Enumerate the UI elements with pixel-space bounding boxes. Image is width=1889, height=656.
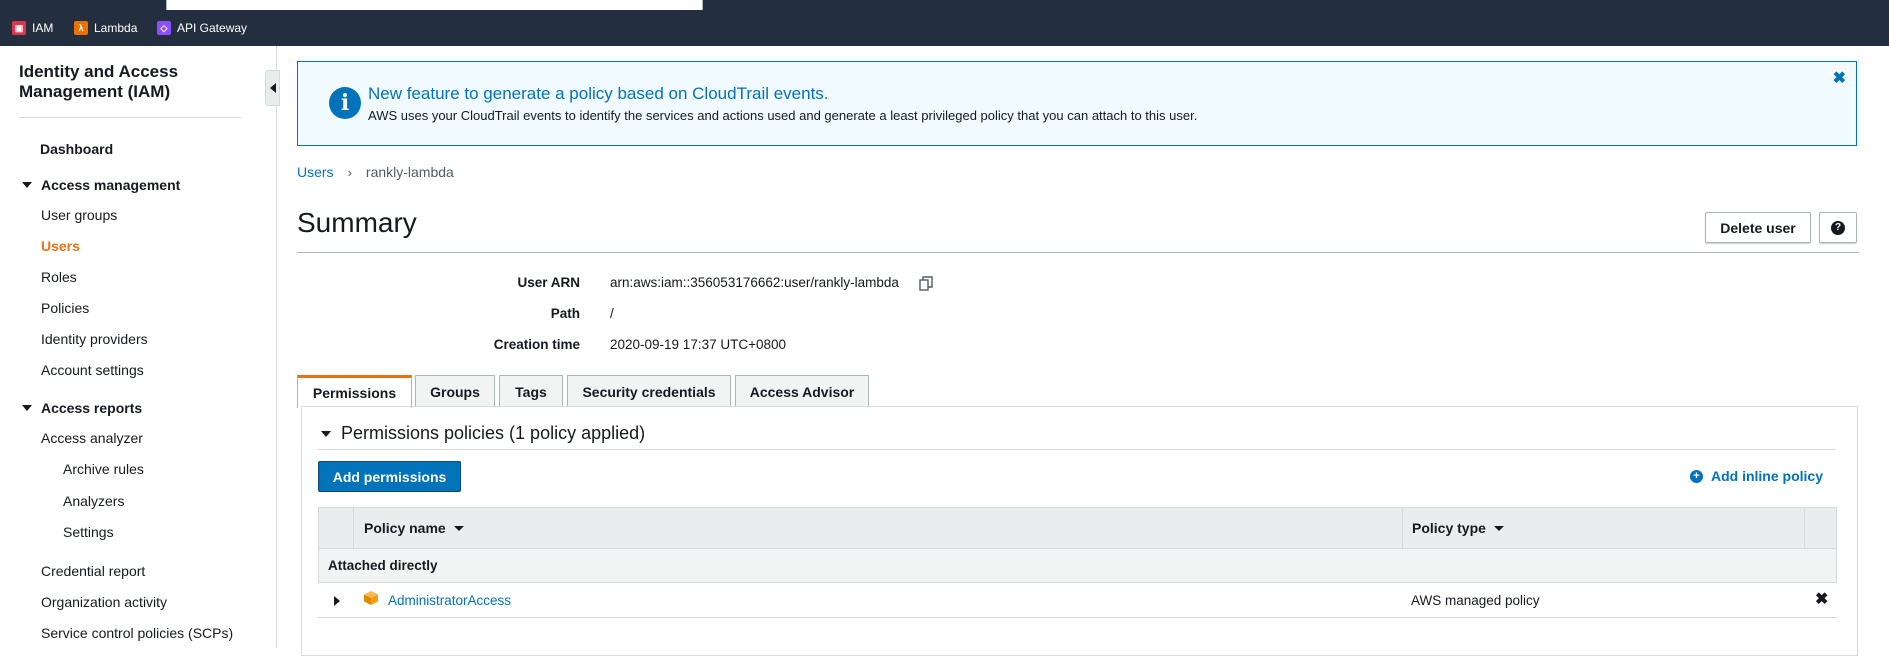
- section-label: Access reports: [41, 400, 143, 416]
- close-icon[interactable]: ✖: [1833, 68, 1846, 88]
- help-button[interactable]: ?: [1819, 212, 1857, 243]
- sidebar-item-analyzers[interactable]: Analyzers: [63, 493, 124, 509]
- user-arn-value: arn:aws:iam::356053176662:user/rankly-la…: [610, 275, 899, 290]
- tab-access-advisor[interactable]: Access Advisor: [735, 375, 869, 407]
- breadcrumb-users-link[interactable]: Users: [297, 164, 334, 180]
- sidebar-item-credential-report[interactable]: Credential report: [41, 563, 145, 579]
- breadcrumb-separator: ›: [347, 164, 352, 180]
- copy-icon[interactable]: [919, 276, 933, 292]
- banner-title[interactable]: New feature to generate a policy based o…: [368, 84, 829, 104]
- column-label: Policy type: [1412, 520, 1486, 536]
- section-label: Access management: [41, 177, 181, 193]
- sort-caret-icon: [1493, 525, 1504, 531]
- caret-down-icon[interactable]: [321, 431, 331, 437]
- favorite-label: Lambda: [94, 21, 138, 35]
- sidebar-item-policies[interactable]: Policies: [41, 300, 89, 316]
- tab-tags[interactable]: Tags: [499, 375, 563, 407]
- sidebar-item-organization-activity[interactable]: Organization activity: [41, 594, 167, 610]
- divider: [297, 252, 1859, 253]
- remove-policy-icon[interactable]: ✖: [1815, 589, 1828, 609]
- favorite-label: API Gateway: [177, 21, 248, 35]
- chevron-left-icon: [269, 83, 276, 93]
- path-label: Path: [550, 306, 580, 321]
- page-title: Summary: [297, 207, 417, 238]
- breadcrumb-current: rankly-lambda: [365, 164, 454, 180]
- policy-name-link[interactable]: AdministratorAccess: [388, 593, 511, 608]
- favorite-iam[interactable]: ▣ IAM: [12, 20, 53, 36]
- tab-permissions[interactable]: Permissions: [297, 375, 412, 408]
- sidebar-item-account-settings[interactable]: Account settings: [41, 362, 144, 378]
- banner-body: AWS uses your CloudTrail events to ident…: [368, 108, 1198, 123]
- breadcrumb: Users › rankly-lambda: [297, 164, 454, 180]
- sidebar-item-archive-rules[interactable]: Archive rules: [63, 461, 144, 477]
- creation-time-value: 2020-09-19 17:37 UTC+0800: [610, 337, 787, 352]
- table-row[interactable]: AdministratorAccess AWS managed policy ✖: [318, 583, 1837, 618]
- favorite-api-gateway[interactable]: ◇ API Gateway: [157, 20, 247, 36]
- caret-down-icon: [22, 182, 32, 189]
- caret-down-icon: [22, 405, 32, 412]
- sort-caret-icon: [453, 525, 464, 531]
- group-header-row: Attached directly: [318, 549, 1837, 583]
- lambda-icon: λ: [74, 21, 88, 35]
- permissions-policies-heading[interactable]: Permissions policies (1 policy applied): [341, 423, 645, 444]
- sidebar-item-scps[interactable]: Service control policies (SCPs): [41, 625, 233, 641]
- column-header-policy-type[interactable]: Policy type: [1402, 507, 1805, 549]
- delete-user-button[interactable]: Delete user: [1705, 212, 1811, 243]
- add-inline-policy-label: Add inline policy: [1710, 468, 1823, 484]
- plus-circle-icon: +: [1689, 469, 1703, 483]
- user-arn-label: User ARN: [517, 275, 580, 290]
- add-inline-policy-link[interactable]: + Add inline policy: [1689, 468, 1823, 484]
- package-icon: [364, 591, 378, 605]
- iam-icon: ▣: [12, 21, 26, 35]
- sidebar-section-access-reports[interactable]: Access reports: [22, 400, 142, 416]
- sidebar-item-roles[interactable]: Roles: [41, 269, 77, 285]
- actions-column-header: [1804, 507, 1837, 549]
- add-permissions-button[interactable]: Add permissions: [318, 461, 461, 492]
- sidebar: Identity and Access Management (IAM) Das…: [0, 46, 277, 647]
- info-icon: i: [329, 87, 361, 119]
- favorites-bar: ▣ IAM λ Lambda ◇ API Gateway: [0, 10, 1889, 46]
- creation-time-label: Creation time: [493, 337, 580, 352]
- sidebar-item-user-groups[interactable]: User groups: [41, 207, 117, 223]
- help-icon: ?: [1831, 220, 1845, 235]
- expand-column-header: [318, 507, 354, 549]
- api-gateway-icon: ◇: [157, 21, 171, 35]
- sidebar-item-identity-providers[interactable]: Identity providers: [41, 331, 148, 347]
- sidebar-item-access-analyzer[interactable]: Access analyzer: [41, 430, 143, 446]
- tab-groups[interactable]: Groups: [415, 375, 495, 407]
- sidebar-item-dashboard[interactable]: Dashboard: [40, 141, 113, 157]
- column-header-policy-name[interactable]: Policy name: [353, 507, 1403, 549]
- sidebar-title[interactable]: Identity and Access Management (IAM): [19, 62, 244, 102]
- path-value: /: [610, 306, 614, 321]
- favorite-label: IAM: [32, 21, 54, 35]
- divider: [318, 449, 1836, 450]
- favorite-lambda[interactable]: λ Lambda: [74, 20, 137, 36]
- info-banner: i New feature to generate a policy based…: [297, 61, 1857, 146]
- sidebar-item-settings[interactable]: Settings: [63, 524, 114, 540]
- policy-type-value: AWS managed policy: [1411, 593, 1540, 608]
- tab-security-credentials[interactable]: Security credentials: [567, 375, 731, 407]
- column-label: Policy name: [364, 520, 446, 536]
- sidebar-collapse-button[interactable]: [265, 70, 280, 106]
- top-nav-bar: [0, 0, 1889, 11]
- sidebar-item-users[interactable]: Users: [41, 238, 80, 254]
- divider: [19, 117, 241, 118]
- expand-row-icon[interactable]: [334, 596, 340, 606]
- sidebar-section-access-management[interactable]: Access management: [22, 177, 180, 193]
